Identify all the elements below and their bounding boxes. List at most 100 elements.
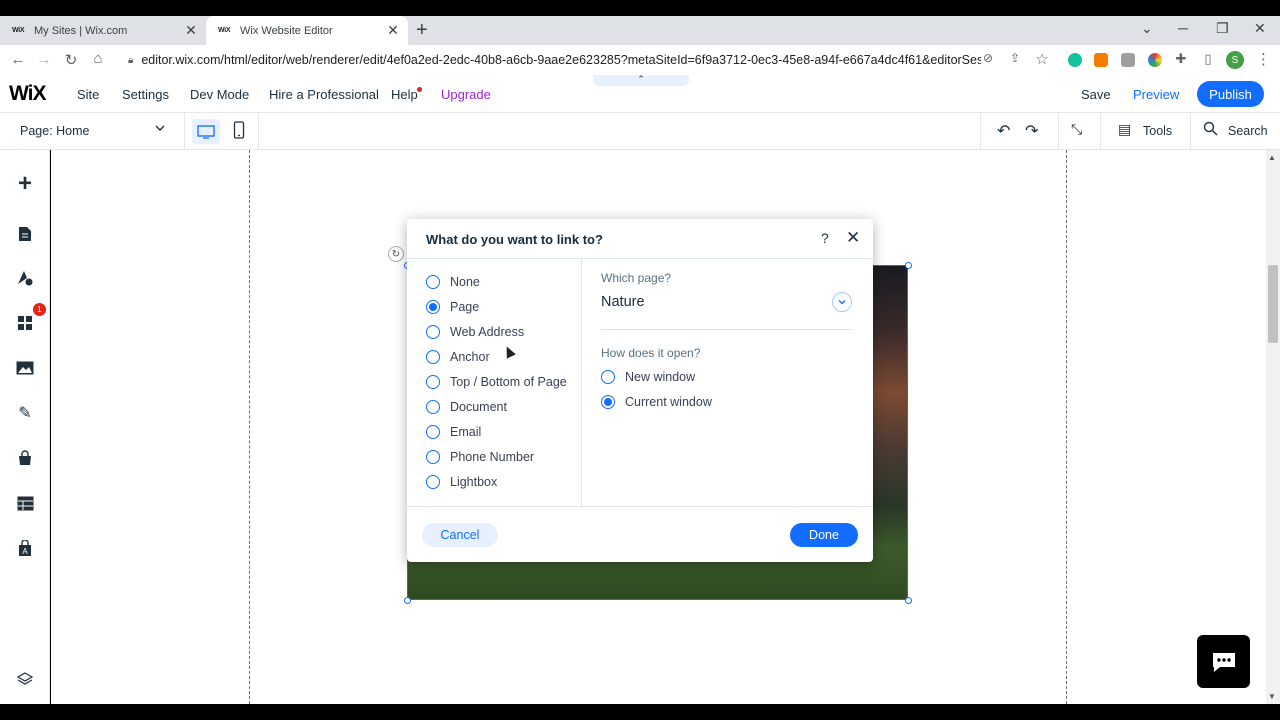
chevron-down-icon[interactable]	[154, 122, 166, 137]
radio-button[interactable]	[601, 370, 615, 384]
scroll-up-arrow-icon[interactable]: ▲	[1268, 153, 1276, 162]
cancel-button[interactable]: Cancel	[422, 523, 498, 547]
page-selector[interactable]: Page: Home	[20, 124, 89, 138]
open-option-new-window[interactable]: New window	[601, 369, 695, 385]
canvas-scrollbar[interactable]	[1266, 150, 1280, 704]
done-button[interactable]: Done	[790, 523, 858, 547]
radio-button[interactable]	[426, 275, 440, 289]
reload-icon[interactable]: ↻	[58, 51, 84, 69]
link-option-document[interactable]: Document	[426, 399, 507, 415]
publish-button[interactable]: Publish	[1197, 81, 1264, 107]
radio-button[interactable]	[426, 325, 440, 339]
browser-menu-icon[interactable]: ⋮	[1256, 50, 1271, 68]
apps-notification-badge: 1	[33, 303, 46, 316]
radio-button[interactable]	[426, 375, 440, 389]
cms-table-icon[interactable]	[15, 493, 35, 513]
divider	[1100, 113, 1101, 150]
divider	[1190, 113, 1191, 150]
pages-icon[interactable]	[15, 224, 35, 244]
rss-extension-icon[interactable]	[1094, 53, 1108, 67]
media-image-icon[interactable]	[15, 358, 35, 378]
open-option-current-window[interactable]: Current window	[601, 394, 712, 410]
menu-hire-professional[interactable]: Hire a Professional	[269, 87, 379, 102]
browser-tab-editor[interactable]: WiX Wix Website Editor ✕	[206, 16, 408, 45]
search-icon[interactable]	[1203, 121, 1218, 139]
preview-button[interactable]: Preview	[1133, 87, 1179, 102]
close-window-icon[interactable]: ✕	[1254, 20, 1266, 37]
design-icon[interactable]	[15, 268, 35, 288]
url-omnibox[interactable]: 🔒︎ editor.wix.com/html/editor/web/render…	[118, 48, 1058, 72]
home-icon[interactable]: ⌂	[85, 50, 111, 67]
grammarly-extension-icon[interactable]	[1068, 53, 1082, 67]
link-option-phone[interactable]: Phone Number	[426, 449, 534, 465]
resize-handle[interactable]	[404, 597, 411, 604]
page-dropdown-value[interactable]: Nature	[601, 294, 645, 310]
restore-icon[interactable]: ❐	[1216, 20, 1229, 37]
side-panel-icon[interactable]: ▯	[1195, 51, 1221, 67]
color-picker-extension-icon[interactable]	[1148, 53, 1162, 67]
zoom-out-icon[interactable]: ⤡	[1071, 121, 1082, 138]
radio-button[interactable]	[426, 400, 440, 414]
menu-dev-mode[interactable]: Dev Mode	[190, 87, 249, 102]
menu-settings[interactable]: Settings	[122, 87, 169, 102]
browser-tab-my-sites[interactable]: WiX My Sites | Wix.com ✕	[0, 16, 206, 45]
desktop-view-button[interactable]	[192, 119, 220, 144]
link-option-none[interactable]: None	[426, 274, 480, 290]
tools-button[interactable]: Tools	[1143, 124, 1172, 138]
close-icon[interactable]: ✕	[846, 228, 860, 248]
puzzle-extensions-icon[interactable]: ✚	[1168, 51, 1194, 67]
app-market-icon[interactable]: A	[15, 538, 35, 558]
undo-icon[interactable]: ↶	[997, 121, 1010, 141]
collapse-toolbar-chevron-icon[interactable]: ⌃	[593, 75, 689, 86]
link-option-lightbox[interactable]: Lightbox	[426, 474, 497, 490]
search-button[interactable]: Search	[1228, 124, 1268, 138]
divider	[184, 113, 185, 150]
chat-button[interactable]	[1197, 635, 1250, 688]
close-tab-icon[interactable]: ✕	[386, 22, 400, 39]
new-tab-plus-icon[interactable]: +	[416, 19, 428, 41]
chevron-down-icon[interactable]	[832, 292, 852, 312]
wix-logo[interactable]: WiX	[9, 82, 46, 106]
mobile-view-icon[interactable]	[233, 121, 245, 144]
menu-site[interactable]: Site	[77, 87, 99, 102]
tab-search-chevron-icon[interactable]: ⌄	[1141, 20, 1153, 37]
back-arrow-icon[interactable]: ←	[5, 51, 31, 68]
profile-avatar[interactable]: S	[1226, 51, 1244, 69]
radio-button-selected[interactable]	[426, 300, 440, 314]
extension-icon[interactable]	[1121, 53, 1135, 67]
menu-upgrade[interactable]: Upgrade	[441, 87, 491, 102]
tools-icon[interactable]: ▤	[1118, 121, 1131, 138]
redo-icon[interactable]: ↷	[1025, 121, 1038, 141]
save-button[interactable]: Save	[1081, 87, 1111, 102]
radio-button-selected[interactable]	[601, 395, 615, 409]
minimize-icon[interactable]: ─	[1178, 20, 1188, 36]
rotate-icon[interactable]: ↻	[388, 246, 404, 262]
store-bag-icon[interactable]	[15, 448, 35, 468]
scrollbar-thumb[interactable]	[1268, 265, 1278, 343]
radio-button[interactable]	[426, 450, 440, 464]
resize-handle[interactable]	[905, 262, 912, 269]
browser-address-bar: ← → ↻ ⌂ 🔒︎ editor.wix.com/html/editor/we…	[0, 45, 1280, 75]
share-icon[interactable]: ⇪	[1002, 51, 1028, 65]
radio-button[interactable]	[426, 425, 440, 439]
lock-icon[interactable]: 🔒︎	[128, 55, 133, 66]
bookmark-star-icon[interactable]: ☆	[1029, 50, 1055, 68]
layers-icon[interactable]	[15, 669, 35, 689]
radio-button[interactable]	[426, 350, 440, 364]
apps-icon[interactable]	[15, 313, 35, 333]
radio-button[interactable]	[426, 475, 440, 489]
close-tab-icon[interactable]: ✕	[184, 22, 198, 39]
link-option-anchor[interactable]: Anchor	[426, 349, 490, 365]
scroll-down-arrow-icon[interactable]: ▼	[1268, 692, 1276, 701]
link-option-top-bottom[interactable]: Top / Bottom of Page	[426, 374, 567, 390]
add-elements-plus-icon[interactable]: +	[15, 170, 35, 197]
link-option-web-address[interactable]: Web Address	[426, 324, 524, 340]
blog-pen-icon[interactable]: ✎	[15, 403, 35, 423]
help-question-icon[interactable]: ?	[821, 230, 829, 246]
eye-slash-icon[interactable]: ⊘	[975, 51, 1001, 65]
link-option-email[interactable]: Email	[426, 424, 481, 440]
resize-handle[interactable]	[905, 597, 912, 604]
forward-arrow-icon[interactable]: →	[31, 51, 57, 68]
menu-help[interactable]: Help	[391, 87, 418, 102]
link-option-page[interactable]: Page	[426, 299, 479, 315]
